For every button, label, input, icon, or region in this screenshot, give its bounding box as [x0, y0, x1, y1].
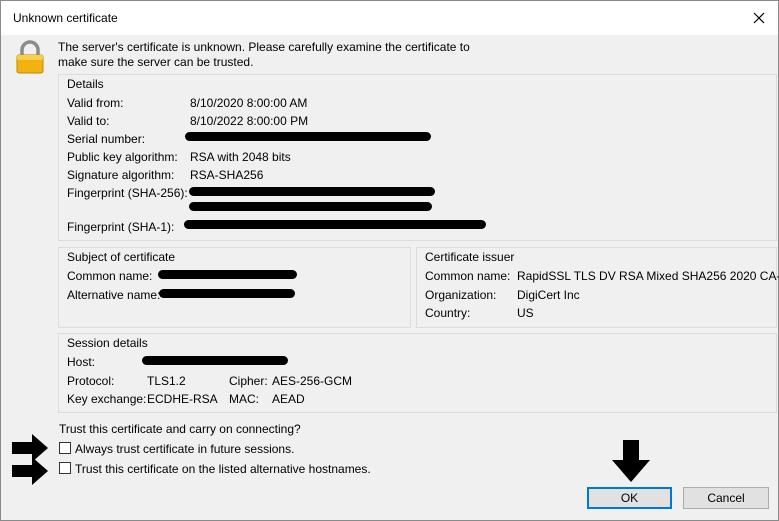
redacted-subject-alt-name — [159, 289, 295, 298]
redacted-subject-common-name — [158, 270, 297, 279]
issuer-country-label: Country: — [425, 306, 471, 320]
issuer-common-name-value: RapidSSL TLS DV RSA Mixed SHA256 2020 CA… — [517, 269, 779, 283]
trust-alt-hostnames-label[interactable]: Trust this certificate on the listed alt… — [75, 462, 371, 476]
signature-algorithm-label: Signature algorithm: — [67, 168, 175, 182]
warning-message-line1: The server's certificate is unknown. Ple… — [58, 40, 470, 54]
host-label: Host: — [67, 355, 96, 369]
arrow-down-icon — [612, 440, 650, 482]
valid-from-label: Valid from: — [67, 96, 124, 110]
details-title: Details — [67, 77, 104, 91]
trust-prompt: Trust this certificate and carry on conn… — [59, 422, 301, 436]
issuer-organization-value: DigiCert Inc — [517, 288, 580, 302]
redacted-fingerprint-sha256-line1 — [189, 187, 435, 196]
warning-message-line2: make sure the server can be trusted. — [58, 55, 254, 69]
issuer-common-name-label: Common name: — [425, 269, 511, 283]
protocol-label: Protocol: — [67, 374, 115, 388]
subject-alt-name-label: Alternative name: — [67, 288, 161, 302]
window-title: Unknown certificate — [13, 11, 118, 25]
always-trust-checkbox[interactable] — [59, 442, 71, 454]
serial-number-label: Serial number: — [67, 132, 146, 146]
cancel-button[interactable]: Cancel — [683, 487, 769, 509]
valid-from-value: 8/10/2020 8:00:00 AM — [190, 96, 308, 110]
issuer-title: Certificate issuer — [425, 250, 515, 264]
cipher-label: Cipher: — [229, 374, 268, 388]
ok-button[interactable]: OK — [587, 487, 672, 509]
redacted-serial-number — [185, 132, 431, 141]
subject-common-name-label: Common name: — [67, 269, 153, 283]
dialog-window: Unknown certificate The server's certifi… — [0, 0, 779, 521]
protocol-value: TLS1.2 — [147, 374, 186, 388]
cipher-value: AES-256-GCM — [272, 374, 353, 388]
close-icon — [753, 12, 765, 24]
public-key-label: Public key algorithm: — [67, 150, 178, 164]
padlock-icon — [16, 40, 44, 74]
mac-value: AEAD — [272, 392, 305, 406]
ok-button-label: OK — [620, 491, 639, 505]
redacted-fingerprint-sha1 — [184, 220, 486, 229]
mac-label: MAC: — [229, 392, 259, 406]
public-key-value: RSA with 2048 bits — [190, 150, 291, 164]
redacted-host — [142, 356, 288, 365]
session-title: Session details — [67, 336, 148, 350]
valid-to-value: 8/10/2022 8:00:00 PM — [190, 114, 309, 128]
subject-title: Subject of certificate — [67, 250, 176, 264]
always-trust-label[interactable]: Always trust certificate in future sessi… — [75, 442, 294, 456]
key-exchange-label: Key exchange: — [67, 392, 147, 406]
arrow-right-icon — [12, 457, 48, 485]
key-exchange-value: ECDHE-RSA — [147, 392, 218, 406]
redacted-fingerprint-sha256-line2 — [189, 202, 432, 211]
fingerprint-sha256-label: Fingerprint (SHA-256): — [67, 186, 188, 200]
signature-algorithm-value: RSA-SHA256 — [190, 168, 264, 182]
close-button[interactable] — [744, 4, 774, 32]
title-bar: Unknown certificate — [1, 1, 778, 35]
issuer-organization-label: Organization: — [425, 288, 497, 302]
issuer-country-value: US — [517, 306, 534, 320]
cancel-button-label: Cancel — [707, 491, 745, 505]
trust-alt-hostnames-checkbox[interactable] — [59, 462, 71, 474]
fingerprint-sha1-label: Fingerprint (SHA-1): — [67, 220, 175, 234]
valid-to-label: Valid to: — [67, 114, 110, 128]
